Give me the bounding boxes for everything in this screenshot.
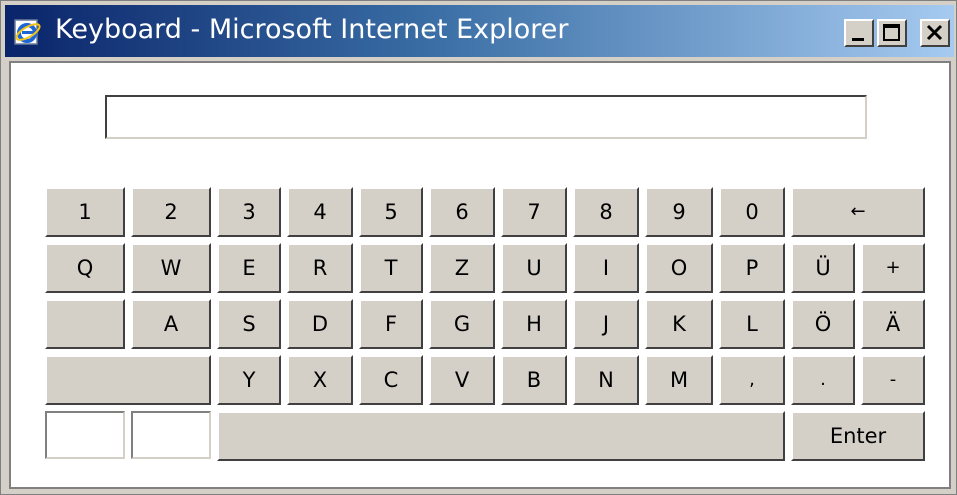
key-d[interactable]: D [287,299,353,349]
key-r[interactable]: R [287,243,353,293]
key-u[interactable]: U [501,243,567,293]
space-key[interactable] [217,411,785,461]
key-comma[interactable]: , [719,355,785,405]
blank-field-right[interactable] [131,411,211,459]
key-s[interactable]: S [217,299,281,349]
close-button[interactable] [920,19,950,47]
key-m[interactable]: M [645,355,713,405]
key-p[interactable]: P [719,243,785,293]
minimize-icon [852,38,864,41]
close-icon [926,24,943,41]
key-o-umlaut[interactable]: Ö [791,299,855,349]
key-4[interactable]: 4 [287,187,353,237]
key-f[interactable]: F [359,299,423,349]
key-y[interactable]: Y [217,355,281,405]
key-q[interactable]: Q [45,243,125,293]
key-z[interactable]: Z [429,243,495,293]
minimize-button[interactable] [844,19,874,47]
key-0[interactable]: 0 [719,187,785,237]
key-h[interactable]: H [501,299,567,349]
key-x[interactable]: X [287,355,353,405]
key-7[interactable]: 7 [501,187,567,237]
backspace-key[interactable]: ← [791,187,925,237]
key-l[interactable]: L [719,299,785,349]
key-n[interactable]: N [573,355,639,405]
maximize-button[interactable] [877,19,907,47]
key-3[interactable]: 3 [217,187,281,237]
keyboard-text-input[interactable] [105,95,867,139]
key-t[interactable]: T [359,243,423,293]
browser-window: Keyboard - Microsoft Internet Explorer 1… [0,0,957,495]
window-title: Keyboard - Microsoft Internet Explorer [55,14,569,45]
key-i[interactable]: I [573,243,639,293]
key-5[interactable]: 5 [359,187,423,237]
key-j[interactable]: J [573,299,639,349]
key-v[interactable]: V [429,355,495,405]
enter-key[interactable]: Enter [791,411,925,461]
key-1[interactable]: 1 [45,187,125,237]
internet-explorer-icon[interactable] [13,17,43,47]
key-minus[interactable]: - [861,355,925,405]
key-g[interactable]: G [429,299,495,349]
key-8[interactable]: 8 [573,187,639,237]
key-e[interactable]: E [217,243,281,293]
key-c[interactable]: C [359,355,423,405]
page-content: 1 2 3 4 5 6 7 8 9 0 ← Q W E R T Z U I O … [9,61,951,489]
key-9[interactable]: 9 [645,187,713,237]
key-k[interactable]: K [645,299,713,349]
key-2[interactable]: 2 [131,187,211,237]
key-6[interactable]: 6 [429,187,495,237]
maximize-icon [883,24,900,41]
key-o[interactable]: O [645,243,713,293]
key-a-umlaut[interactable]: Ä [861,299,925,349]
key-a[interactable]: A [131,299,211,349]
key-period[interactable]: . [791,355,855,405]
key-blank-row3[interactable] [45,299,125,349]
title-bar[interactable]: Keyboard - Microsoft Internet Explorer [5,5,954,57]
key-w[interactable]: W [131,243,211,293]
blank-field-left[interactable] [45,411,125,459]
key-plus[interactable]: + [861,243,925,293]
key-shift[interactable] [45,355,211,405]
key-b[interactable]: B [501,355,567,405]
key-u-umlaut[interactable]: Ü [791,243,855,293]
